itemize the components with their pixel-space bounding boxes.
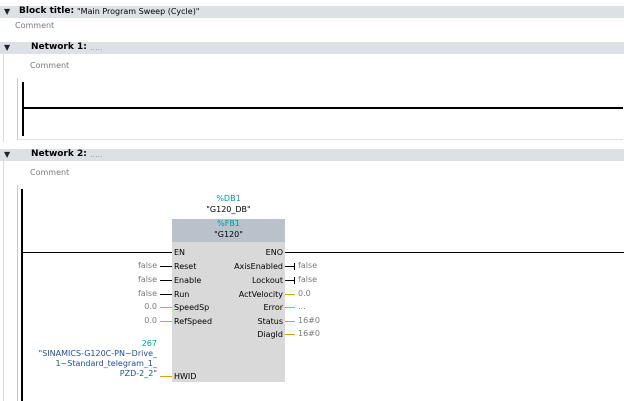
block-title-label: Block title: <box>19 6 75 16</box>
network-2-left-border <box>3 161 4 401</box>
hwid-tag-line-1[interactable]: "SINAMICS-G120C-PN~Drive_ <box>30 349 157 358</box>
pin-enable: Enable <box>174 276 202 285</box>
output-wire-actvelocity <box>285 294 295 295</box>
collapse-triangle-icon[interactable]: ▼ <box>4 43 10 52</box>
output-value-actvelocity[interactable]: 0.0 <box>298 289 311 298</box>
network-2-comment[interactable]: Comment <box>30 168 69 177</box>
output-wire-error <box>285 307 295 308</box>
input-value-refspeed[interactable]: 0.0 <box>97 316 157 325</box>
pin-run: Run <box>174 290 190 299</box>
hwid-tag-line-2[interactable]: 1~Standard_telegram_1_ <box>30 359 157 368</box>
network-2-title-placeholder[interactable]: ..... <box>90 150 103 159</box>
block-title-value[interactable]: "Main Program Sweep (Cycle)" <box>77 7 200 16</box>
input-value-enable[interactable]: false <box>97 275 157 284</box>
network-1-header[interactable]: ▼ Network 1: ..... <box>0 42 624 54</box>
output-value-status[interactable]: 16#0 <box>298 316 320 325</box>
pin-hwid: HWID <box>174 372 197 381</box>
collapse-triangle-icon[interactable]: ▼ <box>4 150 10 159</box>
output-value-diagid[interactable]: 16#0 <box>298 329 320 338</box>
pin-status: Status <box>257 317 284 326</box>
hwid-number: 267 <box>141 339 157 348</box>
input-wire-refspeed <box>160 321 172 322</box>
pin-reset: Reset <box>174 262 197 271</box>
rung-wire-right <box>285 252 624 253</box>
input-wire-run <box>160 294 172 295</box>
pin-diagid: DiagId <box>257 330 283 339</box>
collapse-triangle-icon[interactable]: ▼ <box>4 7 10 16</box>
input-value-reset[interactable]: false <box>97 261 157 270</box>
function-block-header[interactable]: %FB1 "G120" <box>172 219 285 242</box>
pin-eno: ENO <box>265 248 283 257</box>
output-value-lockout[interactable]: false <box>298 275 317 284</box>
pin-axisenabled: AxisEnabled <box>234 262 283 271</box>
network-2-header[interactable]: ▼ Network 2: ..... <box>0 149 624 161</box>
block-comment[interactable]: Comment <box>15 21 54 30</box>
network-1-title-placeholder[interactable]: ..... <box>90 43 103 52</box>
network-1-area[interactable] <box>17 78 623 140</box>
output-value-error[interactable]: ... <box>298 302 306 311</box>
block-title-header[interactable]: ▼ Block title: "Main Program Sweep (Cycl… <box>0 6 624 18</box>
pin-error: Error <box>263 303 284 312</box>
input-value-run[interactable]: false <box>97 289 157 298</box>
input-wire-speedsp <box>160 307 172 308</box>
input-wire-hwid <box>160 376 172 377</box>
network-2-title: Network 2: <box>31 149 87 159</box>
network-1-comment[interactable]: Comment <box>30 61 69 70</box>
rung-wire-left <box>23 252 172 253</box>
hwid-tag-line-3[interactable]: PZD-2_2" <box>30 369 157 378</box>
left-power-rail <box>22 82 24 136</box>
fb-address: %FB1 <box>217 219 240 228</box>
pin-en: EN <box>174 248 186 257</box>
pin-lockout: Lockout <box>251 276 283 285</box>
network-1-left-border <box>3 54 4 142</box>
output-stub-axisenabled <box>294 263 295 270</box>
network-1-title: Network 1: <box>31 42 87 52</box>
input-wire-enable <box>160 280 172 281</box>
function-block-box[interactable] <box>172 219 285 382</box>
output-value-axisenabled[interactable]: false <box>298 261 317 270</box>
left-power-rail <box>21 189 23 401</box>
output-wire-status <box>285 321 295 322</box>
input-wire-reset <box>160 266 172 267</box>
fb-name: "G120" <box>214 230 243 239</box>
output-stub-lockout <box>294 277 295 284</box>
input-value-speedsp[interactable]: 0.0 <box>97 302 157 311</box>
power-rail-wire <box>24 107 623 109</box>
instance-db-name[interactable]: "G120_DB" <box>172 205 285 214</box>
instance-db-address: %DB1 <box>216 194 241 203</box>
output-wire-diagid <box>285 334 295 335</box>
pin-actvelocity: ActVelocity <box>238 290 283 299</box>
